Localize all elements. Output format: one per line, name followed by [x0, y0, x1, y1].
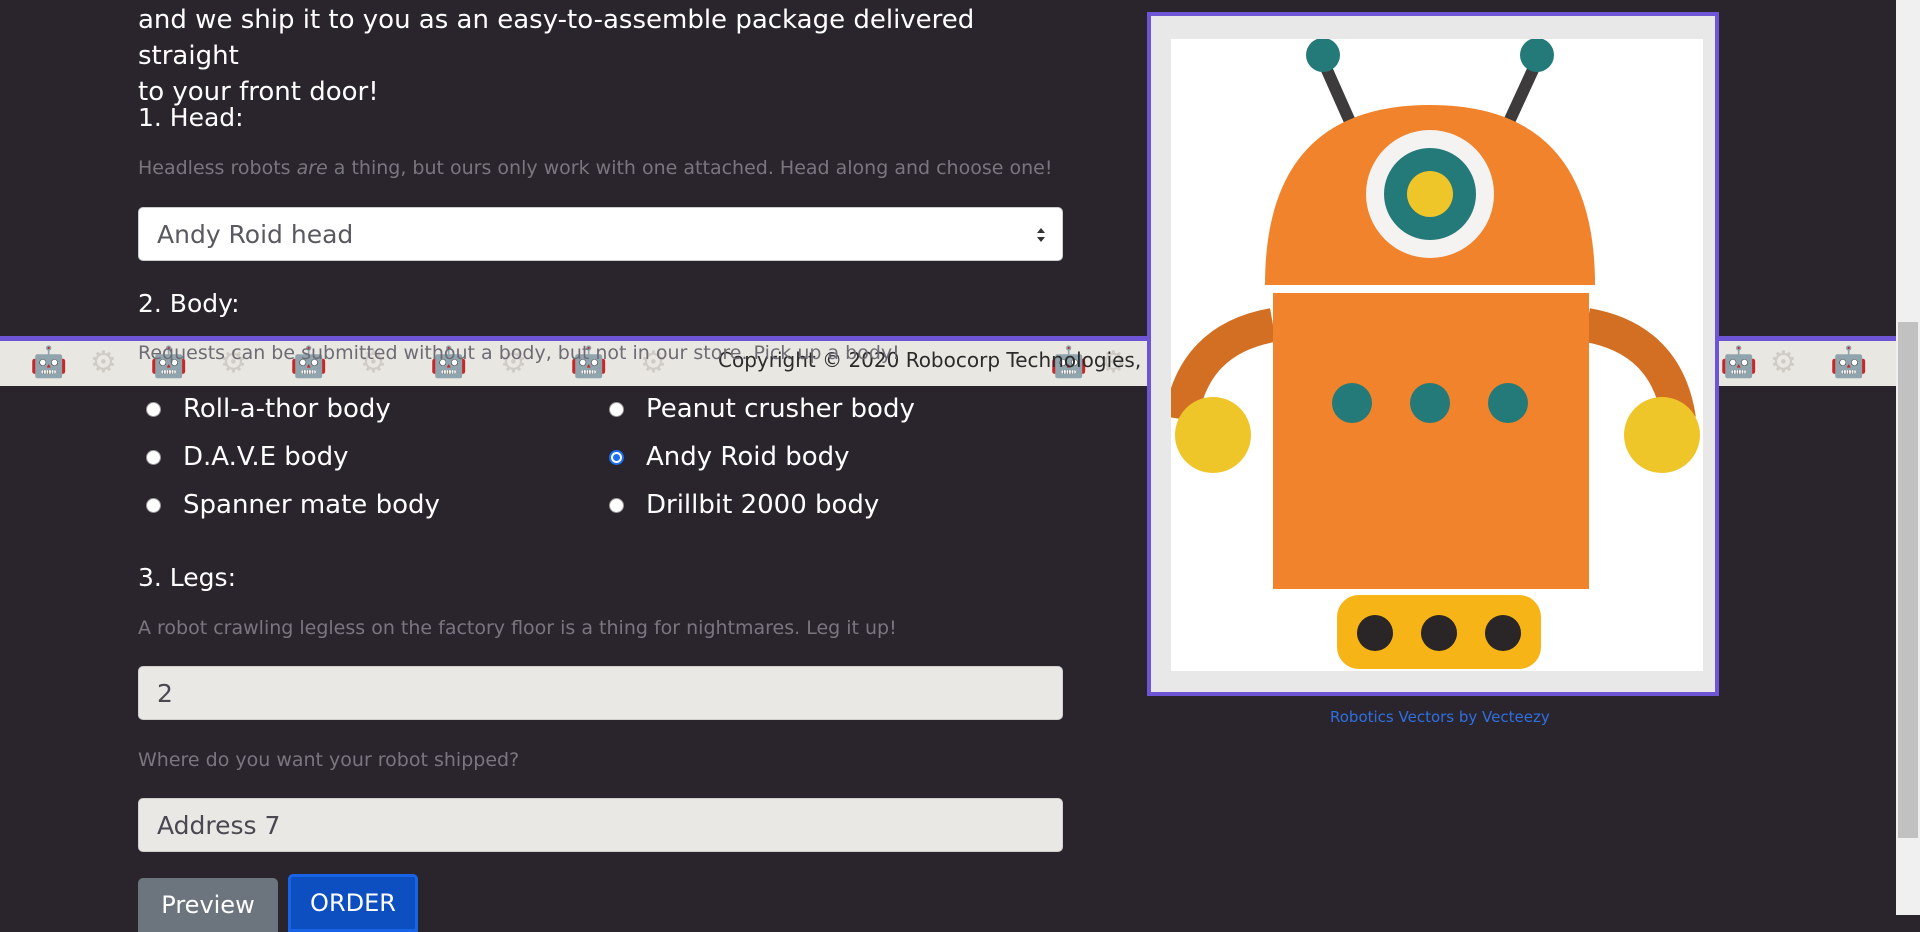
- intro-line-1: and we ship it to you as an easy-to-asse…: [138, 5, 975, 71]
- robot-preview-frame: [1147, 12, 1719, 696]
- head-help: Headless robots are a thing, but ours on…: [138, 157, 1052, 179]
- body-option-label: Drillbit 2000 body: [646, 490, 880, 520]
- radio-button[interactable]: [146, 449, 161, 465]
- body-option-label: Andy Roid body: [646, 442, 850, 472]
- robot-hand-right: [1624, 397, 1700, 473]
- body-option-spanner-mate[interactable]: Spanner mate body: [146, 490, 440, 520]
- head-help-part1: Headless robots: [138, 157, 297, 179]
- body-option-label: D.A.V.E body: [183, 442, 349, 472]
- body-option-label: Peanut crusher body: [646, 394, 915, 424]
- intro-line-2: to your front door!: [138, 77, 379, 107]
- head-help-part2: a thing, but ours only work with one att…: [327, 157, 1053, 179]
- head-select-value: Andy Roid head: [157, 219, 354, 249]
- legs-label: 3. Legs:: [138, 563, 236, 592]
- radio-button[interactable]: [609, 401, 624, 417]
- antenna-ball-left: [1306, 38, 1340, 72]
- body-option-peanut-crusher[interactable]: Peanut crusher body: [609, 394, 915, 424]
- robot-button-3: [1488, 383, 1528, 423]
- body-option-dave[interactable]: D.A.V.E body: [146, 442, 349, 472]
- body-label: 2. Body:: [138, 289, 240, 318]
- order-button[interactable]: ORDER: [288, 874, 418, 932]
- intro-text: and we ship it to you as an easy-to-asse…: [138, 2, 1068, 110]
- legs-input[interactable]: 2: [138, 666, 1063, 720]
- select-caret-icon: [1037, 228, 1045, 242]
- body-option-label: Spanner mate body: [183, 490, 440, 520]
- body-option-drillbit-2000[interactable]: Drillbit 2000 body: [609, 490, 879, 520]
- address-input[interactable]: Address 7: [138, 798, 1063, 852]
- body-help: Requests can be submitted without a body…: [138, 342, 900, 364]
- robot-illustration: [1164, 38, 1700, 669]
- robot-preview-image: [1164, 38, 1703, 671]
- body-option-label: Roll-a-thor body: [183, 394, 391, 424]
- body-option-roll-a-thor[interactable]: Roll-a-thor body: [146, 394, 391, 424]
- robot-button-2: [1410, 383, 1450, 423]
- head-select[interactable]: Andy Roid head: [138, 207, 1063, 261]
- image-credit-link[interactable]: Robotics Vectors by Vecteezy: [1330, 708, 1550, 726]
- body-option-andy-roid[interactable]: Andy Roid body: [609, 442, 850, 472]
- scrollbar-thumb[interactable]: [1898, 322, 1918, 838]
- robot-wheel-2: [1421, 615, 1457, 651]
- preview-button[interactable]: Preview: [138, 878, 278, 932]
- robot-hand-left: [1175, 397, 1251, 473]
- legs-help: A robot crawling legless on the factory …: [138, 617, 897, 639]
- radio-button[interactable]: [146, 497, 161, 513]
- head-help-emphasis: are: [296, 157, 328, 179]
- legs-input-value: 2: [157, 678, 173, 708]
- antenna-ball-right: [1520, 38, 1554, 72]
- radio-button[interactable]: [146, 401, 161, 417]
- robot-wheel-3: [1485, 615, 1521, 651]
- head-label: 1. Head:: [138, 103, 244, 132]
- address-help: Where do you want your robot shipped?: [138, 749, 520, 771]
- robot-button-1: [1332, 383, 1372, 423]
- address-input-value: Address 7: [157, 810, 281, 840]
- radio-button[interactable]: [609, 497, 624, 513]
- robot-eye-pupil: [1407, 171, 1453, 217]
- robot-body: [1273, 293, 1589, 589]
- radio-button-checked[interactable]: [609, 449, 624, 465]
- robot-wheel-1: [1357, 615, 1393, 651]
